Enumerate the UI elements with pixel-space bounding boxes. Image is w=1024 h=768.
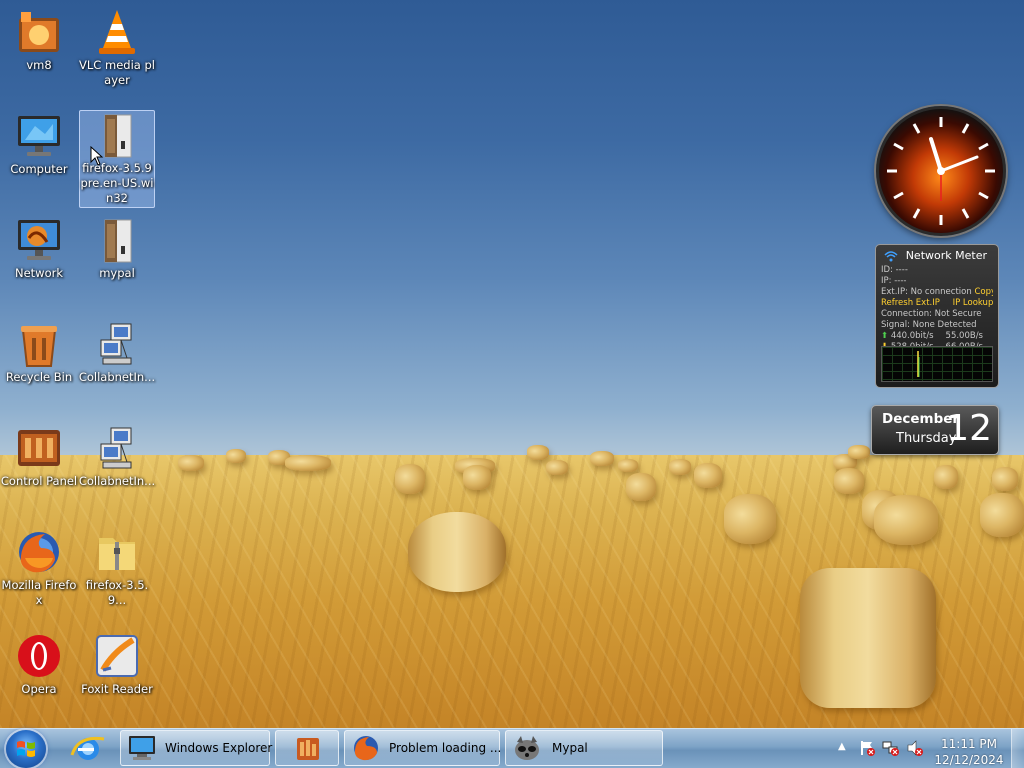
hay-bale xyxy=(934,465,958,489)
hay-bale xyxy=(395,464,425,494)
control-panel-icon xyxy=(15,424,63,472)
taskbar: Windows Explorer Problem loading ... Myp… xyxy=(0,728,1024,768)
hay-bale xyxy=(724,494,776,544)
hay-bale xyxy=(590,451,614,466)
hay-bale xyxy=(669,459,691,475)
installer-box-icon xyxy=(93,216,141,264)
hay-bale xyxy=(226,449,246,463)
network-computers-icon xyxy=(93,424,141,472)
meter-refresh-link[interactable]: Refresh Ext.IP xyxy=(881,298,940,308)
meter-lookup-link[interactable]: IP Lookup xyxy=(953,298,993,308)
hay-bale xyxy=(992,467,1018,491)
tray-clock[interactable]: 11:11 PM 12/12/2024 xyxy=(934,736,1004,768)
meter-connection: Connection: Not Secure xyxy=(881,309,982,319)
network-status-icon[interactable] xyxy=(882,739,900,757)
hay-bale xyxy=(285,455,331,471)
desktop-icon-mozilla-firefox[interactable]: Mozilla Firefox xyxy=(0,528,78,608)
meter-signal: Signal: None Detected xyxy=(881,320,977,330)
network-computers-icon xyxy=(93,320,141,368)
hay-bale xyxy=(626,473,656,501)
desktop-icon-collabnet-1[interactable]: CollabnetIn... xyxy=(78,320,156,385)
opera-icon xyxy=(15,632,63,680)
meter-ext-ip: Ext.IP: No connection xyxy=(881,287,972,297)
meter-copy-link[interactable]: Copy xyxy=(974,287,993,297)
meter-up-bytes: 55.00B/s xyxy=(945,331,983,341)
network-meter-gadget[interactable]: Network Meter ID: ---- IP: ---- Ext.IP: … xyxy=(875,244,999,388)
hay-bale xyxy=(800,568,936,708)
show-hidden-icons-arrow-icon[interactable]: ▲ xyxy=(838,741,846,752)
taskbar-item-mypal[interactable]: Mypal xyxy=(505,730,663,766)
desktop-icon-mypal-installer[interactable]: mypal xyxy=(78,216,156,281)
desktop-icon-vlc[interactable]: VLC media player xyxy=(78,8,156,88)
desktop-icon-vm8[interactable]: vm8 xyxy=(0,8,78,73)
vm8-icon xyxy=(15,8,63,56)
windows-logo-icon xyxy=(17,741,35,757)
network-globe-icon xyxy=(15,216,63,264)
foxit-reader-icon xyxy=(93,632,141,680)
taskbar-item-media[interactable] xyxy=(275,730,339,766)
desktop-icon-recycle-bin[interactable]: Recycle Bin xyxy=(0,320,78,385)
hay-bale xyxy=(694,463,722,488)
zip-folder-icon xyxy=(93,528,141,576)
recycle-bin-icon xyxy=(15,320,63,368)
mypal-raccoon-icon xyxy=(512,734,542,762)
action-center-flag-icon[interactable] xyxy=(858,739,876,757)
desktop-icon-computer[interactable]: Computer xyxy=(0,112,78,177)
meter-upload-row: ⬆ 440.0bit/s 55.00B/s xyxy=(881,331,993,342)
explorer-computer-icon xyxy=(127,734,157,762)
firefox-icon xyxy=(15,528,63,576)
meter-ip: IP: ---- xyxy=(881,276,907,286)
task-label: Problem loading ... xyxy=(389,741,502,755)
internet-explorer-icon xyxy=(70,736,105,760)
media-app-icon xyxy=(293,734,323,762)
volume-muted-icon[interactable] xyxy=(906,739,924,757)
hay-bale xyxy=(527,445,549,460)
hay-bale xyxy=(546,460,568,475)
hay-bale xyxy=(178,455,204,471)
tray-date: 12/12/2024 xyxy=(934,753,1004,767)
show-desktop-button[interactable] xyxy=(1011,729,1024,768)
system-tray: ▲ 11:11 PM 12/12/2024 xyxy=(832,733,1022,768)
taskbar-item-windows-explorer[interactable]: Windows Explorer xyxy=(120,730,273,766)
calendar-gadget[interactable]: December Thursday 12 xyxy=(871,405,999,455)
meter-ext-ip-row: Ext.IP: No connection Copy xyxy=(881,287,993,298)
hay-bale xyxy=(848,445,870,459)
meter-links-row: Refresh Ext.IP IP Lookup xyxy=(881,298,993,309)
desktop-icon-collabnet-2[interactable]: CollabnetIn... xyxy=(78,424,156,489)
taskbar-item-firefox[interactable]: Problem loading ... xyxy=(344,730,502,766)
desktop-icon-control-panel[interactable]: Control Panel xyxy=(0,424,78,489)
task-label: Windows Explorer xyxy=(165,741,273,755)
hay-bale xyxy=(834,468,864,494)
mouse-cursor-icon xyxy=(90,146,104,166)
firefox-icon xyxy=(351,734,381,762)
computer-monitor-icon xyxy=(15,112,63,160)
meter-up-bits: 440.0bit/s xyxy=(890,331,934,341)
tray-time: 11:11 PM xyxy=(941,737,997,751)
meter-id: ID: ---- xyxy=(881,265,908,275)
pinned-internet-explorer[interactable] xyxy=(64,731,112,765)
network-traffic-graph xyxy=(881,346,993,382)
vlc-cone-icon xyxy=(93,8,141,56)
clock-face-icon xyxy=(887,117,995,225)
hay-bale xyxy=(408,512,506,592)
desktop-icon-network[interactable]: Network xyxy=(0,216,78,281)
desktop-icon-opera[interactable]: Opera xyxy=(0,632,78,697)
desktop-icon-firefox-zip[interactable]: firefox-3.5.9... xyxy=(78,528,156,608)
hay-bale xyxy=(980,493,1024,537)
hay-bale xyxy=(874,495,938,545)
wifi-signal-icon xyxy=(884,251,898,262)
start-button[interactable] xyxy=(6,730,46,768)
calendar-day-number: 12 xyxy=(946,408,992,449)
hay-bale xyxy=(463,465,491,490)
hay-bale xyxy=(618,459,638,472)
desktop-icon-foxit-reader[interactable]: Foxit Reader xyxy=(78,632,156,697)
task-label: Mypal xyxy=(552,741,588,755)
clock-gadget[interactable] xyxy=(876,106,1006,236)
upload-arrow-icon: ⬆ xyxy=(881,331,889,341)
